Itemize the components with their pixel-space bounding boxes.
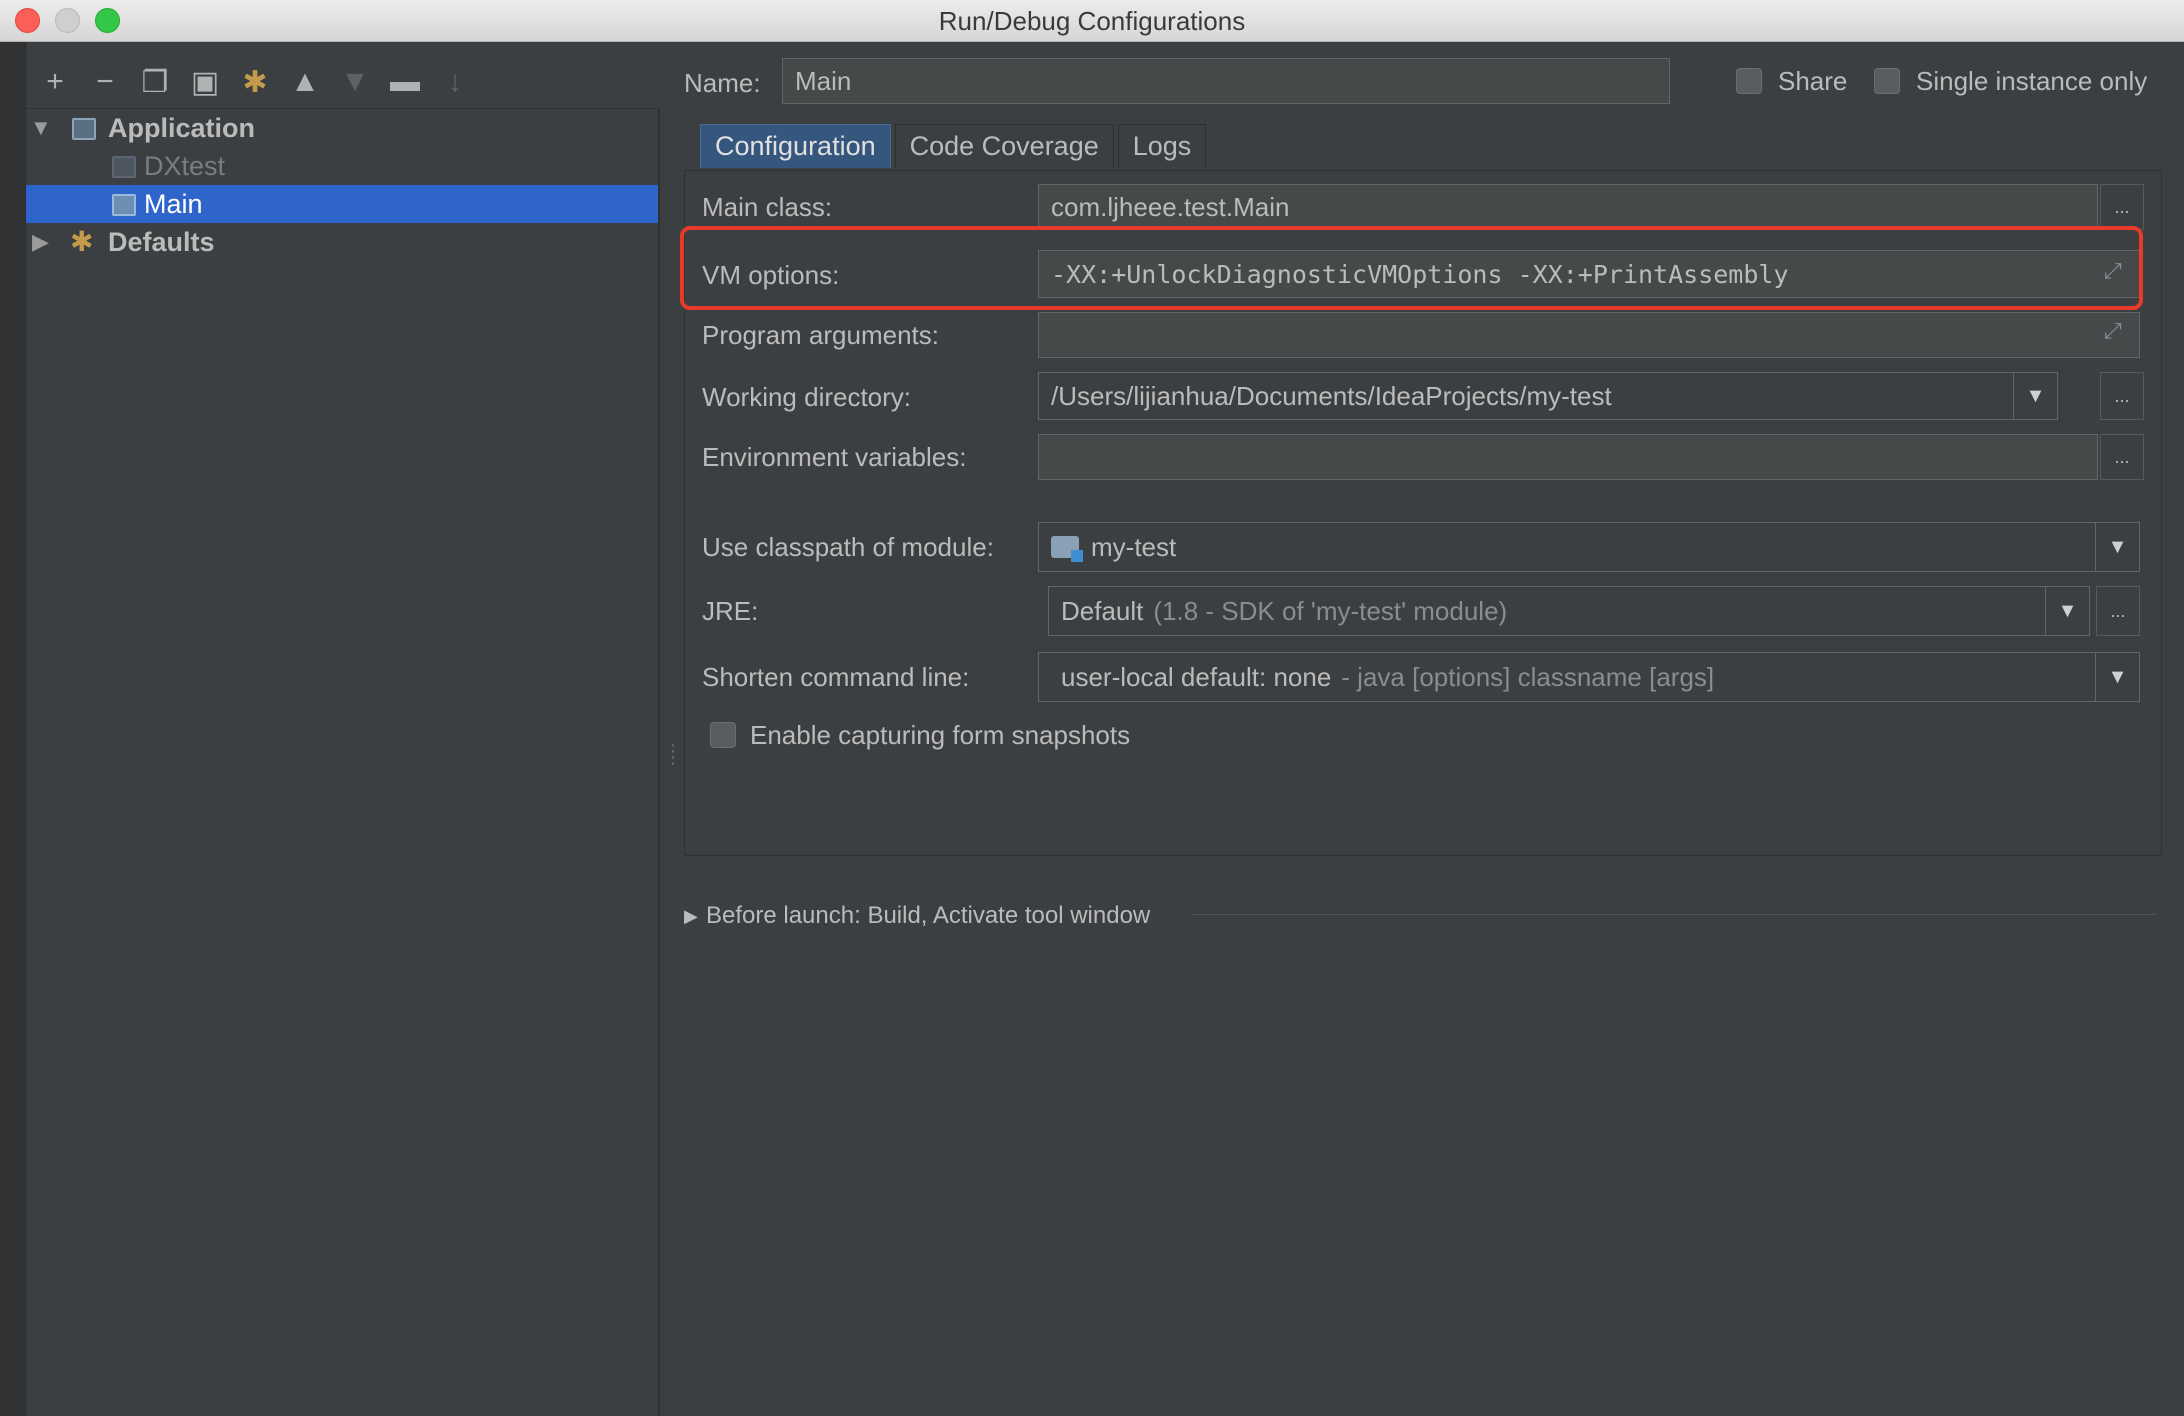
folder-icon[interactable]: ▬	[380, 62, 430, 102]
working-dir-combo[interactable]: /Users/lijianhua/Documents/IdeaProjects/…	[1038, 372, 2058, 420]
splitter-grip-icon[interactable]: ⋮ ⋮	[664, 742, 682, 766]
application-icon	[112, 194, 136, 216]
jre-value: Default	[1061, 595, 1144, 626]
working-dir-browse-button[interactable]: ...	[2100, 372, 2144, 420]
working-dir-value: /Users/lijianhua/Documents/IdeaProjects/…	[1051, 380, 1612, 411]
main-class-browse-button[interactable]: ...	[2100, 184, 2144, 230]
chevron-right-icon[interactable]: ▶	[684, 906, 698, 927]
tree-toolbar: + − ❐ ▣ ✱ ▲ ▼ ▬ ↓	[30, 62, 480, 102]
title-bar: Run/Debug Configurations	[0, 0, 2184, 42]
snapshots-checkbox[interactable]	[710, 722, 736, 748]
expand-icon[interactable]: ⤢	[2104, 318, 2122, 344]
left-gutter	[0, 42, 26, 1416]
tab-configuration[interactable]: Configuration	[700, 124, 891, 168]
tree-item-dxtest[interactable]: DXtest	[26, 147, 658, 185]
vm-options-highlight	[680, 226, 2143, 310]
tree-item-main[interactable]: Main	[26, 185, 658, 223]
wrench-icon: ✱	[70, 226, 94, 257]
single-instance-label: Single instance only	[1916, 66, 2148, 96]
share-checkbox[interactable]	[1736, 68, 1762, 94]
chevron-right-icon[interactable]: ▶	[32, 229, 49, 255]
classpath-value: my-test	[1091, 531, 1177, 562]
jre-detail: (1.8 - SDK of 'my-test' module)	[1153, 595, 1508, 626]
shorten-cmd-detail: - java [options] classname [args]	[1341, 661, 1715, 692]
tab-code-coverage[interactable]: Code Coverage	[894, 124, 1114, 168]
jre-combo[interactable]: Default (1.8 - SDK of 'my-test' module) …	[1048, 586, 2090, 636]
save-icon[interactable]: ▣	[180, 62, 230, 102]
shorten-cmd-value: user-local default: none	[1061, 661, 1332, 692]
wrench-icon[interactable]: ✱	[230, 62, 280, 102]
window-title: Run/Debug Configurations	[938, 6, 1246, 36]
program-args-input[interactable]	[1038, 312, 2140, 358]
env-vars-browse-button[interactable]: ...	[2100, 434, 2144, 480]
main-class-input[interactable]: com.ljheee.test.Main	[1038, 184, 2098, 230]
name-label: Name:	[684, 68, 761, 98]
arrow-down-icon[interactable]: ▼	[330, 62, 380, 102]
tree-item-label: DXtest	[144, 151, 226, 181]
tree-item-application[interactable]: ▼ Application	[26, 109, 658, 147]
config-tree: ▼ Application DXtest Main ▶ ✱ Defaults	[26, 108, 658, 261]
minus-icon[interactable]: −	[80, 62, 130, 102]
program-args-label: Program arguments:	[702, 320, 939, 350]
tree-item-label: Defaults	[108, 227, 215, 257]
sort-icon[interactable]: ↓	[430, 62, 480, 102]
chevron-down-icon[interactable]: ▼	[2095, 653, 2139, 701]
env-vars-input[interactable]	[1038, 434, 2098, 480]
classpath-label: Use classpath of module:	[702, 532, 994, 562]
application-icon	[72, 118, 96, 140]
jre-browse-button[interactable]: ...	[2096, 586, 2140, 636]
application-icon	[112, 156, 136, 178]
share-label: Share	[1778, 66, 1848, 96]
tree-item-label: Main	[144, 189, 203, 219]
plus-icon[interactable]: +	[30, 62, 80, 102]
tree-item-label: Application	[108, 113, 255, 143]
env-vars-label: Environment variables:	[702, 442, 967, 472]
chevron-down-icon[interactable]: ▼	[30, 115, 52, 141]
working-dir-label: Working directory:	[702, 382, 912, 412]
snapshots-label: Enable capturing form snapshots	[750, 720, 1131, 750]
single-instance-checkbox[interactable]	[1874, 68, 1900, 94]
chevron-down-icon[interactable]: ▼	[2045, 587, 2089, 635]
arrow-up-icon[interactable]: ▲	[280, 62, 330, 102]
chevron-down-icon[interactable]: ▼	[2095, 523, 2139, 571]
tab-bar: Configuration Code Coverage Logs	[700, 124, 1210, 170]
section-divider	[1192, 914, 2156, 915]
name-input[interactable]: Main	[782, 58, 1670, 104]
tab-logs[interactable]: Logs	[1117, 124, 1207, 168]
shorten-cmd-combo[interactable]: user-local default: none - java [options…	[1038, 652, 2140, 702]
copy-icon[interactable]: ❐	[130, 62, 180, 102]
shorten-cmd-label: Shorten command line:	[702, 662, 970, 692]
tree-item-defaults[interactable]: ▶ ✱ Defaults	[26, 223, 658, 261]
classpath-combo[interactable]: my-test ▼	[1038, 522, 2140, 572]
before-launch-label[interactable]: Before launch: Build, Activate tool wind…	[706, 902, 1150, 930]
main-class-label: Main class:	[702, 192, 833, 222]
chevron-down-icon[interactable]: ▼	[2013, 373, 2057, 419]
panel-divider[interactable]	[658, 108, 660, 1416]
module-folder-icon	[1051, 536, 1083, 562]
jre-label: JRE:	[702, 596, 759, 626]
